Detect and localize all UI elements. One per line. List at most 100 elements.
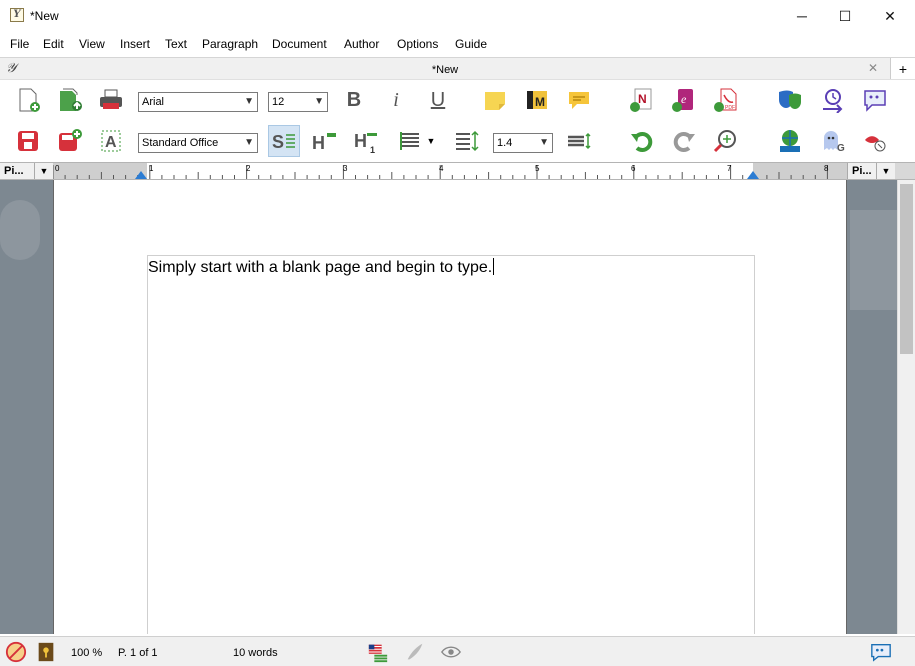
vertical-scrollbar[interactable] (897, 180, 915, 634)
text-caret (493, 258, 495, 275)
us-flag-language-icon[interactable] (366, 640, 390, 664)
heading-plus-letter: H (312, 133, 325, 153)
ghost-icon: G (824, 131, 845, 154)
font-size-select[interactable]: 12 ▼ (268, 92, 328, 112)
menu-insert[interactable]: Insert (120, 37, 150, 51)
heading-add-button[interactable]: H (310, 127, 338, 155)
window-title: *New (30, 9, 59, 23)
undo-button[interactable] (628, 127, 656, 155)
align-left-icon (400, 132, 419, 150)
speech-bubble-button[interactable] (861, 86, 889, 114)
status-bar: 100 % P. 1 of 1 10 words (0, 636, 915, 666)
keyboard-lock-icon[interactable] (34, 640, 58, 664)
background-decoration (0, 200, 40, 260)
tab-close-icon[interactable]: ✕ (868, 61, 878, 75)
word-count: 10 words (233, 647, 278, 659)
menu-author[interactable]: Author (344, 37, 379, 51)
right-pane-selector[interactable]: Pi... (847, 163, 877, 179)
menu-bar: File Edit View Insert Text Paragraph Doc… (0, 34, 915, 54)
menu-document[interactable]: Document (272, 37, 327, 51)
paragraph-style-value: Standard Office (142, 137, 219, 149)
document-text-content: Simply start with a blank page and begin… (148, 259, 493, 276)
ebook-export-button[interactable]: e (670, 86, 698, 114)
print-button[interactable] (97, 86, 125, 114)
quill-pen-icon[interactable] (403, 640, 427, 664)
style-s-button[interactable]: S (268, 125, 300, 157)
chevron-down-icon: ▼ (426, 136, 436, 146)
maximize-button[interactable]: ☐ (822, 0, 868, 32)
paragraph-spacing-icon (568, 132, 591, 150)
app-logo-icon[interactable]: Y (10, 8, 24, 22)
line-spacing-select[interactable]: 1.4 ▼ (493, 133, 553, 153)
menu-edit[interactable]: Edit (43, 37, 64, 51)
zoom-level[interactable]: 100 % (71, 647, 102, 659)
lips-speaker-icon (865, 136, 886, 152)
align-dropdown-button[interactable]: ▼ (424, 127, 438, 155)
ruler-bar: Pi... ▼ 0 1 2 3 4 5 6 7 8 Pi... ▼ (0, 162, 915, 180)
ghost-writer-button[interactable]: G (819, 127, 847, 155)
menu-guide[interactable]: Guide (455, 37, 487, 51)
timeline-clock-icon (823, 89, 843, 113)
horizontal-ruler[interactable]: 0 1 2 3 4 5 6 7 8 (53, 163, 847, 179)
paragraph-spacing-button[interactable] (565, 127, 593, 155)
sticky-note-button[interactable] (481, 86, 509, 114)
close-button[interactable]: ✕ (867, 0, 913, 32)
document-page[interactable]: Simply start with a blank page and begin… (53, 180, 847, 634)
save-button[interactable] (14, 127, 42, 155)
redo-icon (673, 132, 695, 152)
minimize-button[interactable]: ─ (779, 0, 825, 32)
scrollbar-thumb[interactable] (900, 184, 913, 354)
theater-button[interactable] (776, 86, 804, 114)
right-pane-dropdown[interactable]: ▼ (877, 163, 895, 179)
globe-icon (780, 130, 800, 152)
read-aloud-button[interactable] (861, 127, 889, 155)
menu-text[interactable]: Text (165, 37, 187, 51)
line-spacing-button[interactable] (452, 127, 480, 155)
eye-icon[interactable] (439, 640, 463, 664)
no-quill-icon[interactable] (4, 640, 28, 664)
menu-paragraph[interactable]: Paragraph (202, 37, 258, 51)
bold-button[interactable]: B (340, 86, 368, 114)
menu-view[interactable]: View (79, 37, 105, 51)
magazine-letter: M (535, 95, 545, 109)
background-decoration (850, 210, 900, 310)
menu-file[interactable]: File (10, 37, 29, 51)
pdf-export-button[interactable]: PDF (712, 86, 740, 114)
line-spacing-icon (456, 130, 479, 152)
new-document-button[interactable] (14, 86, 42, 114)
font-family-select[interactable]: Arial ▼ (138, 92, 258, 112)
left-pane-selector[interactable]: Pi... (0, 163, 35, 179)
redo-button[interactable] (670, 127, 698, 155)
translate-letter: N (638, 92, 647, 106)
underline-button[interactable]: U (424, 86, 452, 114)
chevron-down-icon: ▼ (539, 137, 549, 148)
document-text[interactable]: Simply start with a blank page and begin… (148, 258, 495, 277)
text-frame[interactable]: Simply start with a blank page and begin… (147, 255, 755, 634)
align-button[interactable] (396, 127, 424, 155)
magazine-button[interactable]: M (523, 86, 551, 114)
ruler-number-3: 3 (343, 164, 348, 173)
open-document-button[interactable] (56, 86, 84, 114)
document-tab[interactable]: *New (0, 64, 890, 76)
heading-1-button[interactable]: H1 (352, 127, 380, 155)
translate-export-button[interactable]: N (628, 86, 656, 114)
save-as-button[interactable] (56, 127, 84, 155)
chat-bubble-icon[interactable] (869, 640, 893, 664)
search-replace-button[interactable] (712, 127, 740, 155)
open-document-icon (60, 88, 82, 111)
ruler-number-2: 2 (246, 164, 251, 173)
new-tab-button[interactable]: + (890, 58, 915, 80)
timeline-button[interactable] (819, 86, 847, 114)
italic-button[interactable]: i (382, 86, 410, 114)
heading-one-sub: 1 (370, 145, 375, 154)
character-format-button[interactable]: A (97, 127, 125, 155)
publish-button[interactable] (776, 127, 804, 155)
paragraph-style-select[interactable]: Standard Office ▼ (138, 133, 258, 153)
svg-text:A: A (105, 134, 117, 151)
comment-button[interactable] (565, 86, 593, 114)
new-document-icon (19, 88, 40, 112)
menu-options[interactable]: Options (397, 37, 438, 51)
left-pane-dropdown[interactable]: ▼ (35, 163, 53, 179)
undo-icon (631, 132, 653, 152)
page-indicator: P. 1 of 1 (118, 647, 158, 659)
